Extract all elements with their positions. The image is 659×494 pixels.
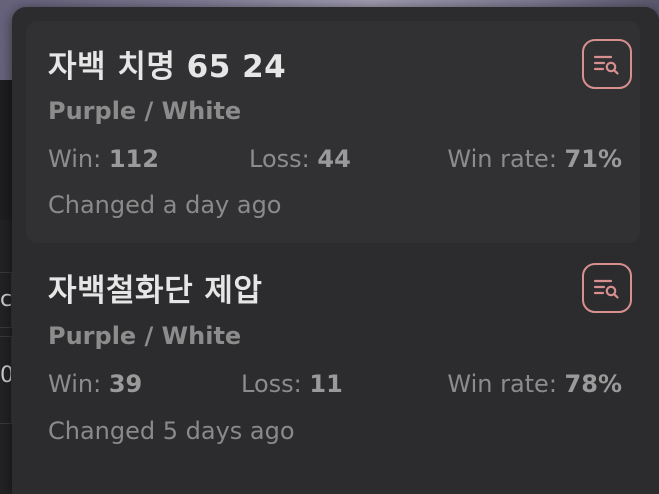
deck-card[interactable]: 자백철화단 제압 Purple / White Win: 39 Loss: 11…	[26, 247, 640, 469]
winrate-stat: Win rate: 78%	[447, 370, 622, 398]
list-search-icon	[593, 55, 619, 75]
loss-stat: Loss: 44	[249, 145, 351, 173]
loss-stat: Loss: 11	[241, 370, 343, 398]
winrate-value: 78%	[564, 370, 622, 398]
deck-colors: Purple / White	[48, 322, 242, 350]
win-label: Win:	[48, 370, 102, 398]
view-deck-button[interactable]	[582, 263, 632, 313]
changed-timestamp: Changed 5 days ago	[48, 417, 295, 445]
list-search-icon	[593, 279, 619, 299]
deck-name: 자백 치명 65 24	[48, 49, 287, 85]
loss-value: 44	[317, 145, 351, 173]
loss-label: Loss:	[241, 370, 302, 398]
deck-name: 자백철화단 제압	[48, 273, 263, 309]
win-stat: Win: 39	[48, 370, 142, 398]
view-deck-button[interactable]	[582, 39, 632, 89]
background-fragment-upper: c	[0, 287, 12, 312]
winrate-stat: Win rate: 71%	[447, 145, 622, 173]
loss-label: Loss:	[249, 145, 310, 173]
deck-card[interactable]: 자백 치명 65 24 Purple / White Win: 112 Loss…	[26, 21, 640, 243]
deck-colors: Purple / White	[48, 97, 242, 125]
win-value: 112	[108, 145, 159, 173]
changed-timestamp: Changed a day ago	[48, 191, 282, 219]
winrate-label: Win rate:	[447, 145, 557, 173]
win-label: Win:	[48, 145, 102, 173]
deck-list-popover: 자백 치명 65 24 Purple / White Win: 112 Loss…	[12, 7, 659, 494]
win-value: 39	[108, 370, 143, 398]
background-partial-field: c	[0, 272, 12, 328]
win-stat: Win: 112	[48, 145, 159, 173]
background-partial-field: 0	[0, 336, 12, 424]
background-fragment-lower: 0	[0, 363, 11, 388]
loss-value: 11	[309, 370, 343, 398]
winrate-value: 71%	[564, 145, 622, 173]
winrate-label: Win rate:	[447, 370, 557, 398]
